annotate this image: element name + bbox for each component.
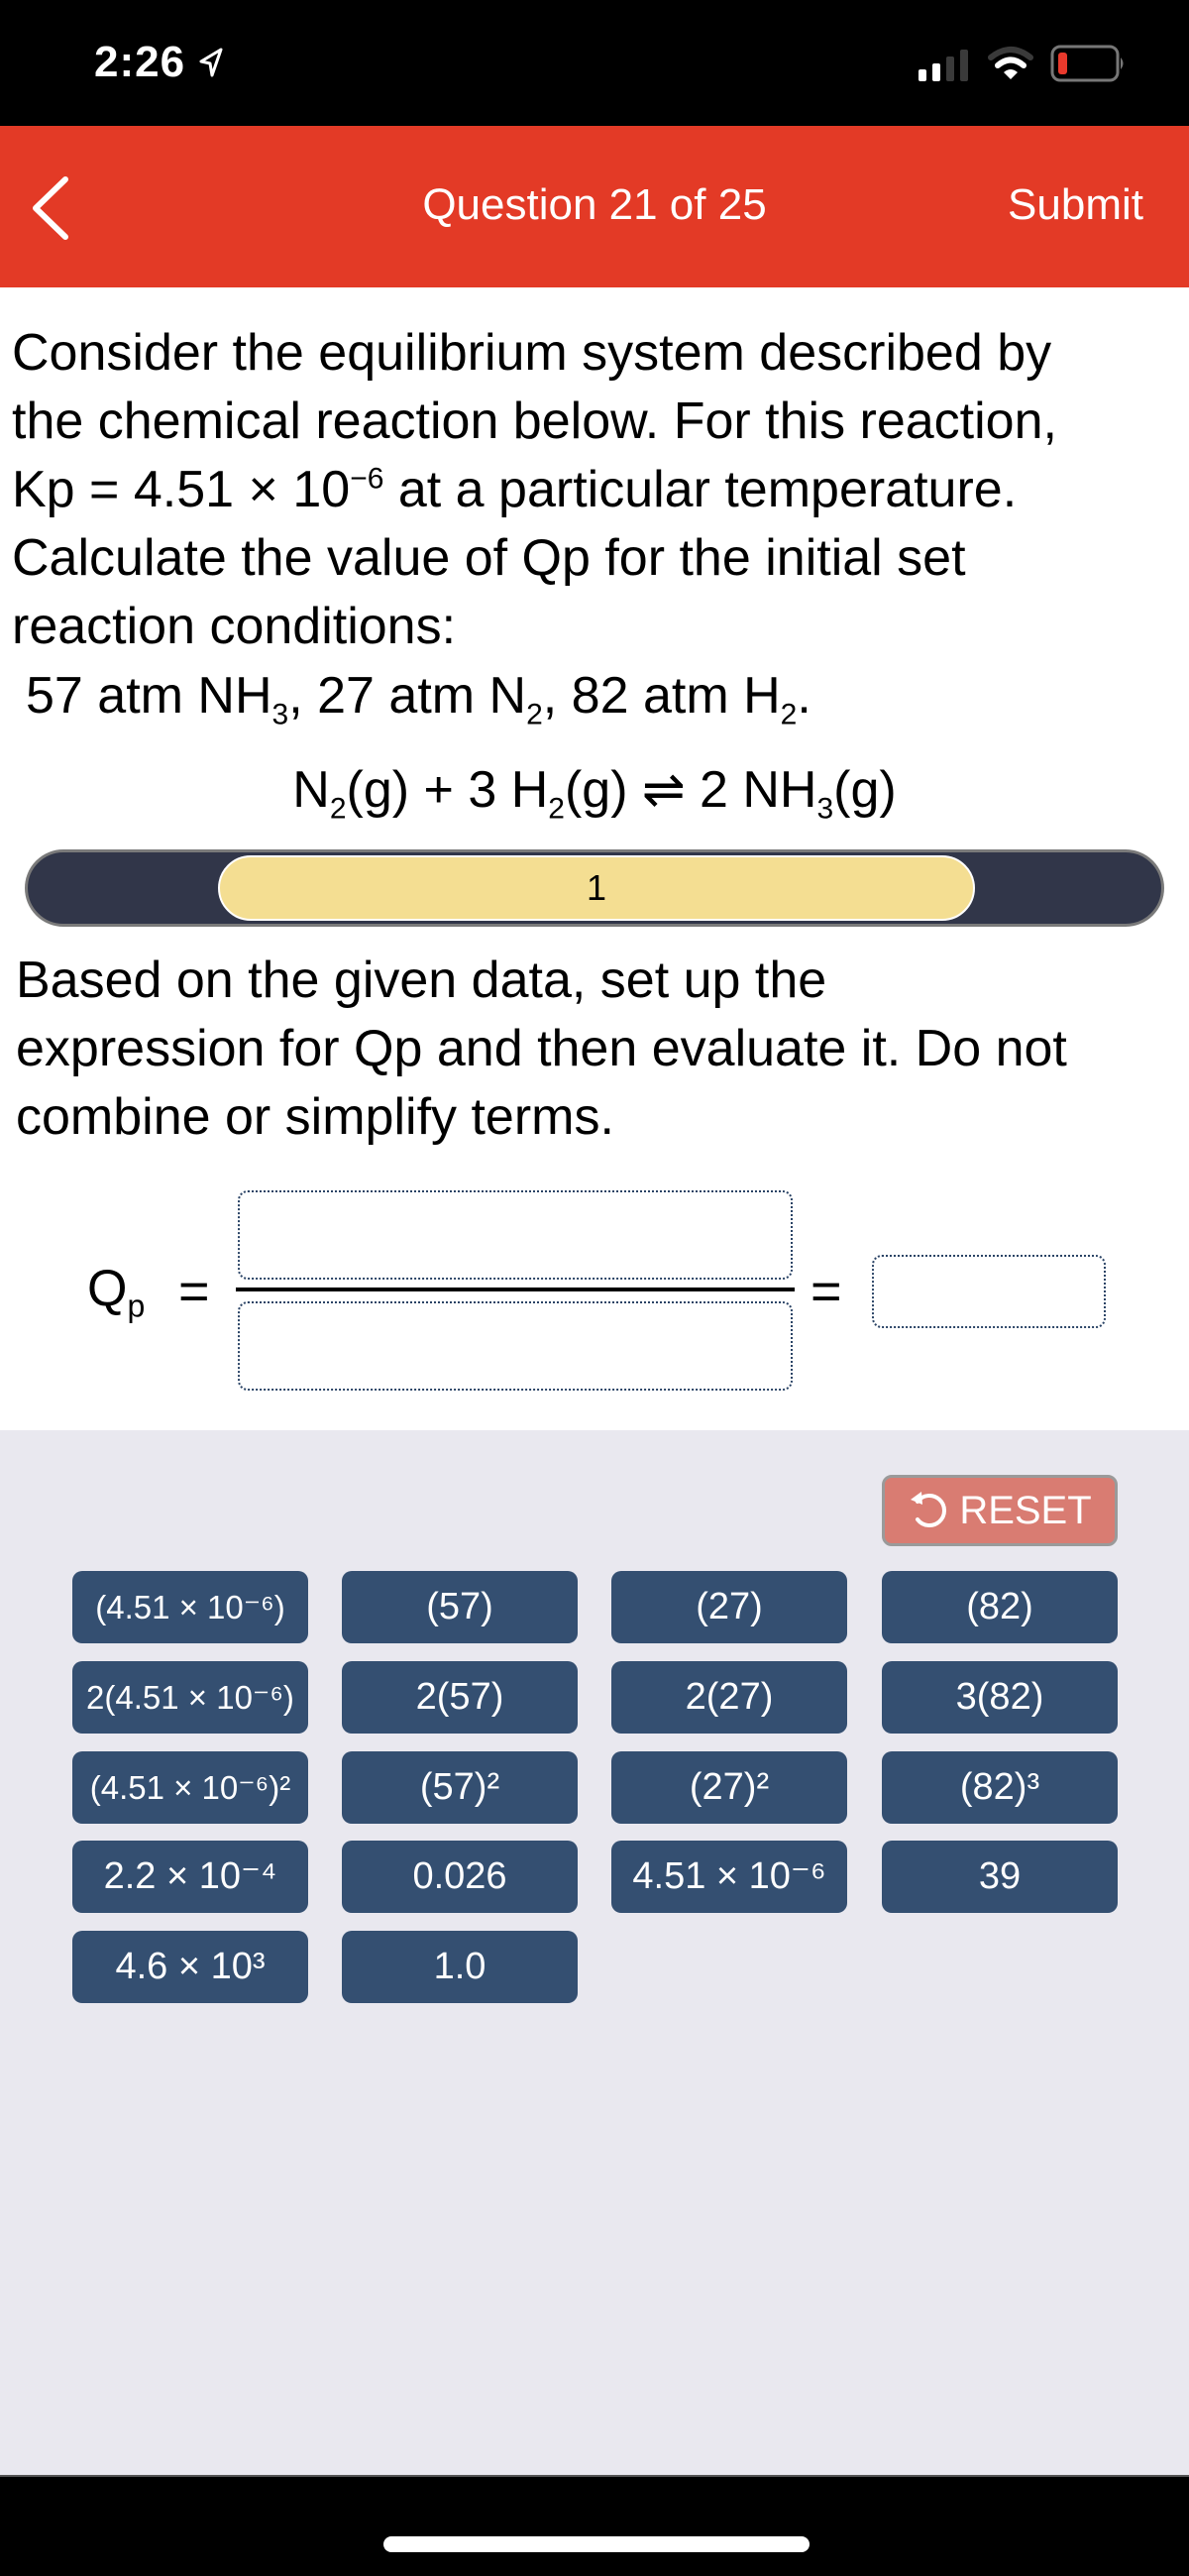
reset-button[interactable]: RESET	[882, 1475, 1118, 1546]
answer-tile[interactable]: (82)³	[882, 1751, 1118, 1824]
answer-tile[interactable]: (27)	[611, 1571, 847, 1643]
answer-tile[interactable]: 2.2 × 10⁻⁴	[72, 1841, 308, 1913]
reaction-equation: N2(g) + 3 H2(g) ⇌ 2 NH3(g)	[0, 756, 1189, 825]
rxn-text: N	[292, 761, 330, 819]
wifi-icon	[988, 46, 1033, 86]
kp-text: Kp = 4.51 × 10	[12, 461, 351, 518]
answer-tile[interactable]: 1.0	[342, 1931, 578, 2003]
kp-exponent: −6	[350, 462, 384, 496]
equals-sign: =	[178, 1262, 210, 1321]
undo-icon	[911, 1492, 947, 1528]
answer-tile[interactable]: 39	[882, 1841, 1118, 1913]
question-line: reaction conditions:	[12, 598, 457, 655]
cond-sub: 2	[526, 698, 543, 731]
submit-button[interactable]: Submit	[1008, 180, 1143, 230]
answer-tile[interactable]: 0.026	[342, 1841, 578, 1913]
qp-label: Qp	[87, 1259, 145, 1321]
question-line: Kp = 4.51 × 10−6 at a particular tempera…	[12, 456, 1181, 524]
denominator-dropzone[interactable]	[238, 1301, 793, 1391]
fraction-bar	[236, 1288, 795, 1291]
status-time: 2:26	[94, 38, 186, 86]
battery-low-icon	[1050, 45, 1126, 87]
cond-sub: 3	[271, 698, 289, 731]
rxn-sub: 2	[548, 792, 565, 826]
answer-tile[interactable]: (57)	[342, 1571, 578, 1643]
rxn-text: (g)	[833, 761, 897, 819]
question-line: Calculate the value of Qp for the initia…	[12, 529, 966, 587]
initial-conditions: 57 atm NH3, 27 atm N2, 82 atm H2.	[26, 662, 811, 730]
nav-header: Question 21 of 25 Submit	[0, 126, 1189, 287]
answer-dropzone[interactable]	[872, 1255, 1106, 1328]
cond-sub: 2	[780, 698, 798, 731]
answer-tile[interactable]: 2(27)	[611, 1661, 847, 1734]
rxn-text: (g) + 3 H	[346, 761, 549, 819]
answer-tile[interactable]: 2(4.51 × 10⁻⁶)	[72, 1661, 308, 1734]
answer-tile[interactable]: (4.51 × 10⁻⁶)²	[72, 1751, 308, 1824]
home-indicator[interactable]	[383, 2536, 810, 2552]
answer-tile[interactable]: 4.51 × 10⁻⁶	[611, 1841, 847, 1913]
reset-label: RESET	[959, 1489, 1092, 1532]
equals-sign: =	[811, 1262, 842, 1321]
kp-text-rest: at a particular temperature.	[383, 461, 1018, 518]
instruction-line: expression for Qp and then evaluate it. …	[16, 1020, 1067, 1077]
answer-tile[interactable]: (27)²	[611, 1751, 847, 1824]
instruction-line: combine or simplify terms.	[16, 1088, 614, 1146]
cond-text: 57 atm NH	[26, 667, 272, 725]
numerator-dropzone[interactable]	[238, 1190, 793, 1280]
instructions: Based on the given data, set up the expr…	[16, 947, 1185, 1152]
qp-symbol: Q	[87, 1260, 128, 1317]
answer-tile[interactable]: (57)²	[342, 1751, 578, 1824]
status-bar: 2:26	[0, 0, 1189, 126]
answer-tile[interactable]: (4.51 × 10⁻⁶)	[72, 1571, 308, 1643]
step-progress-bar: 1	[25, 849, 1164, 927]
answer-tile[interactable]: (82)	[882, 1571, 1118, 1643]
rxn-sub: 2	[329, 792, 347, 826]
cond-text: , 82 atm H	[542, 667, 781, 725]
step-indicator[interactable]: 1	[218, 855, 975, 921]
location-arrow-icon	[198, 48, 224, 82]
instruction-line: Based on the given data, set up the	[16, 952, 827, 1009]
cond-text: , 27 atm N	[288, 667, 527, 725]
home-bar-area	[0, 2475, 1189, 2576]
answer-tile[interactable]: 2(57)	[342, 1661, 578, 1734]
answer-tile[interactable]: 3(82)	[882, 1661, 1118, 1734]
qp-subscript: p	[127, 1288, 146, 1324]
rxn-text: (g) ⇌ 2 NH	[564, 761, 817, 819]
cellular-signal-icon	[917, 48, 972, 88]
question-line: Consider the equilibrium system describe…	[12, 324, 1052, 382]
question-line: the chemical reaction below. For this re…	[12, 392, 1057, 450]
question-text: Consider the equilibrium system describe…	[12, 319, 1181, 661]
rxn-sub: 3	[816, 792, 834, 826]
answer-tile[interactable]: 4.6 × 10³	[72, 1931, 308, 2003]
cond-text: .	[797, 667, 811, 725]
